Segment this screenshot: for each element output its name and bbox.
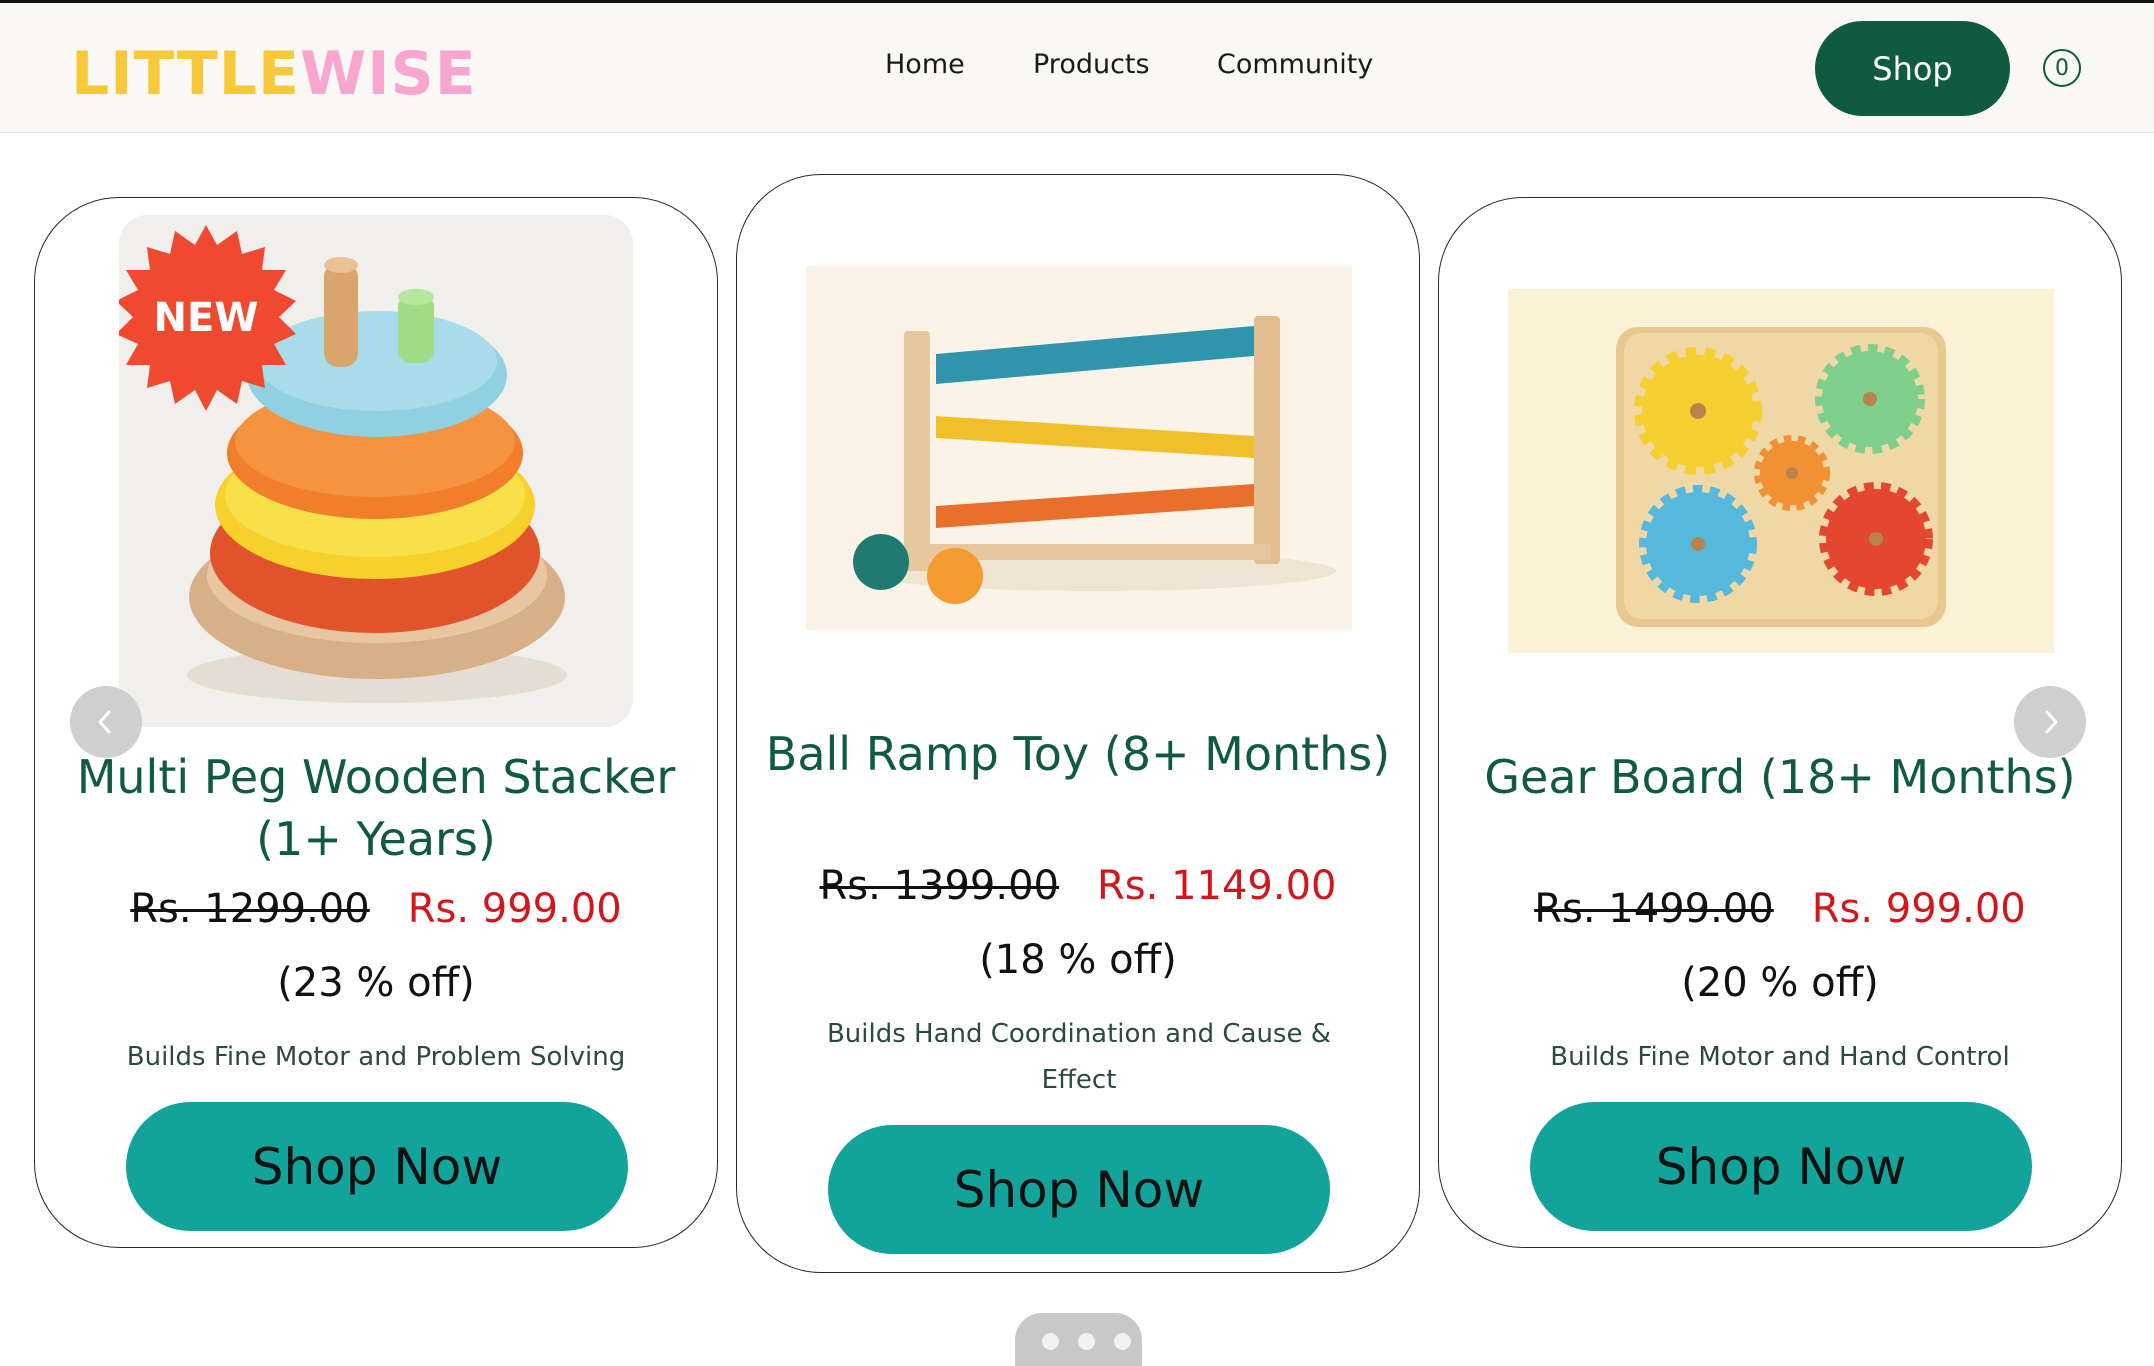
nav-home-link[interactable]: Home [885, 49, 965, 80]
price-row: Rs. 1299.00 Rs. 999.00 [35, 886, 717, 932]
nav-community-link[interactable]: Community [1217, 49, 1373, 80]
shop-now-button[interactable]: Shop Now [126, 1102, 628, 1231]
carousel-dot-2[interactable] [1078, 1333, 1095, 1350]
product-title[interactable]: Ball Ramp Toy (8+ Months) [737, 723, 1419, 785]
product-image-ball-ramp[interactable] [806, 266, 1352, 630]
price-row: Rs. 1499.00 Rs. 999.00 [1439, 886, 2121, 932]
product-image-stacker[interactable]: NEW [119, 215, 633, 727]
product-benefit: Builds Fine Motor and Problem Solving [126, 1042, 626, 1072]
sale-price: Rs. 999.00 [407, 886, 622, 932]
product-benefit: Builds Fine Motor and Hand Control [1550, 1042, 2010, 1072]
new-badge-starburst: NEW [119, 225, 296, 411]
sale-price: Rs. 999.00 [1811, 886, 2026, 932]
chevron-right-icon [2044, 709, 2059, 735]
product-card-ball-ramp: Ball Ramp Toy (8+ Months) Rs. 1399.00 Rs.… [736, 174, 1420, 1273]
discount-label: (20 % off) [1681, 960, 1879, 1006]
sale-price: Rs. 1149.00 [1097, 863, 1337, 909]
shop-now-button[interactable]: Shop Now [1530, 1102, 2032, 1231]
chevron-left-icon [97, 709, 112, 735]
original-price: Rs. 1399.00 [819, 863, 1059, 909]
nav-products-link[interactable]: Products [1033, 49, 1150, 80]
carousel-dot-3[interactable] [1114, 1333, 1131, 1350]
new-badge-text: NEW [154, 295, 259, 341]
site-header: LITTLEWISE Home Products Community Shop … [0, 3, 2154, 133]
original-price: Rs. 1499.00 [1534, 886, 1774, 932]
original-price: Rs. 1299.00 [130, 886, 370, 932]
discount-label: (18 % off) [979, 937, 1177, 983]
product-title[interactable]: Multi Peg Wooden Stacker (1+ Years) [35, 746, 717, 870]
shop-now-button[interactable]: Shop Now [828, 1125, 1330, 1254]
shop-button[interactable]: Shop [1815, 21, 2010, 116]
carousel-pagination [1015, 1313, 1142, 1366]
cart-count-badge[interactable]: 0 [2043, 49, 2081, 87]
ball-ramp-illustration [853, 316, 1336, 604]
carousel-dot-1[interactable] [1042, 1333, 1059, 1350]
product-benefit: Builds Hand Coordination and Cause & Eff… [826, 1019, 1332, 1095]
price-row: Rs. 1399.00 Rs. 1149.00 [737, 863, 1419, 909]
product-image-gear-board[interactable] [1508, 289, 2054, 653]
gear-board-illustration [1616, 327, 1946, 627]
brand-logo[interactable]: LITTLEWISE [71, 39, 477, 109]
carousel-prev-button[interactable] [70, 686, 142, 758]
carousel-next-button[interactable] [2014, 686, 2086, 758]
product-title[interactable]: Gear Board (18+ Months) [1439, 746, 2121, 808]
discount-label: (23 % off) [277, 960, 475, 1006]
